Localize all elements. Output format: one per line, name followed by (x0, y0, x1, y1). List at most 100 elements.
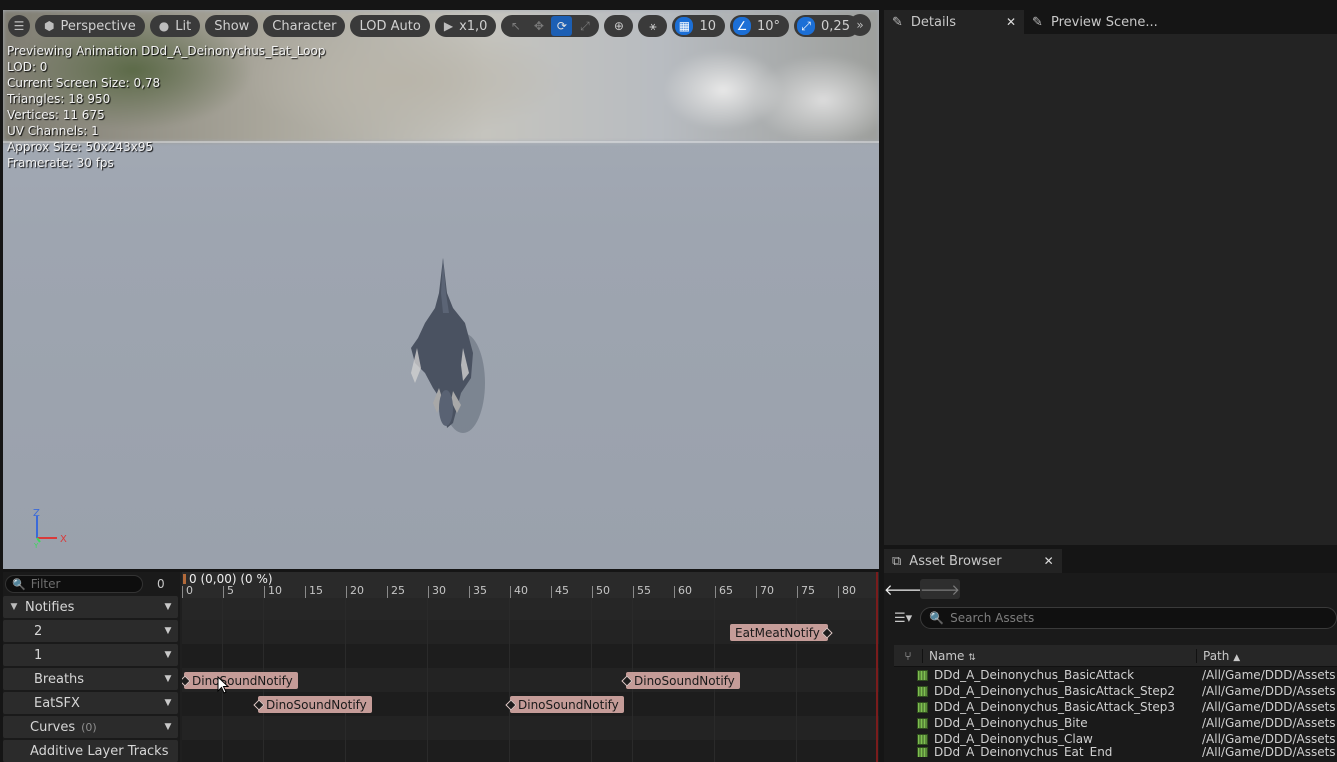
playhead-marker[interactable] (183, 574, 186, 584)
tab-details-label: Details (910, 14, 956, 30)
character-button[interactable]: Character (263, 15, 346, 37)
asset-row[interactable]: DDd_A_Deinonychus_BasicAttack /All/Game/… (894, 667, 1337, 683)
arrow-left-icon: 🡐 (883, 580, 925, 599)
notify-eat-meat[interactable]: EatMeatNotify (730, 624, 828, 641)
transform-tools: ↖ ✥ ⟳ ⤢ (501, 15, 600, 37)
tick-label: 60 (678, 584, 692, 597)
timeline-ruler[interactable]: 0 (0,00) (0 %) 0 5 10 15 20 25 30 35 40 (182, 572, 879, 598)
dropdown-arrow-icon[interactable]: ▼ (158, 602, 178, 612)
asset-row[interactable]: DDd_A_Deinonychus_Eat_End /All/Game/DDD/… (894, 747, 1337, 757)
playback-speed-button[interactable]: ▶ x1,0 (434, 15, 497, 37)
grid-line (345, 598, 346, 762)
tick-label: 10 (268, 584, 282, 597)
select-tool-icon[interactable]: ↖ (505, 16, 526, 36)
asset-name: DDd_A_Deinonychus_BasicAttack_Step2 (934, 684, 1176, 698)
tick-label: 40 (514, 584, 528, 597)
anim-sequence-icon (917, 733, 928, 745)
rotate-tool-icon[interactable]: ⟳ (551, 16, 573, 36)
dropdown-arrow-icon[interactable]: ▼ (158, 698, 178, 708)
asset-path: /All/Game/DDD/Assets (1202, 732, 1336, 746)
lit-label: Lit (175, 18, 192, 34)
anim-sequence-icon (917, 669, 928, 681)
asset-row[interactable]: DDd_A_Deinonychus_Claw /All/Game/DDD/Ass… (894, 731, 1337, 747)
asset-row[interactable]: DDd_A_Deinonychus_BasicAttack_Step3 /All… (894, 699, 1337, 715)
asset-search-box[interactable]: 🔍 (920, 607, 1337, 629)
playback-speed-label: x1,0 (459, 18, 488, 34)
column-name[interactable]: Name ⇅ (922, 648, 1196, 663)
close-icon[interactable]: ✕ (1044, 554, 1054, 568)
curves-count: (0) (81, 720, 97, 734)
back-button[interactable]: 🡐 (884, 579, 924, 599)
notify-label: DinoSoundNotify (192, 673, 293, 688)
arrow-right-icon: 🡒 (919, 580, 961, 599)
close-icon[interactable]: ✕ (1006, 15, 1016, 29)
viewport-toolbar: ☰ ⬢ Perspective ● Lit Show Character LOD… (8, 14, 859, 38)
asset-path: /All/Game/DDD/Assets (1202, 668, 1336, 682)
column-path[interactable]: Path ▲ (1196, 648, 1337, 663)
perspective-button[interactable]: ⬢ Perspective (35, 15, 145, 37)
filter-menu-icon[interactable]: ☰▾ (894, 611, 912, 626)
track-additive-layers[interactable]: Additive Layer Tracks (3, 740, 178, 762)
tab-details[interactable]: ✎ Details ✕ (884, 10, 1025, 34)
forward-button[interactable]: 🡒 (920, 579, 960, 599)
viewport-menu-button[interactable]: ☰ (8, 15, 30, 37)
asset-name: DDd_A_Deinonychus_Eat_End (934, 747, 1113, 757)
dropdown-arrow-icon[interactable]: ▼ (158, 674, 178, 684)
rotation-snap-button[interactable]: ∠ 10° (729, 15, 790, 37)
camera-speed-icon[interactable]: ⊕ (608, 16, 629, 36)
tick-line (633, 586, 634, 598)
toolbar-overflow-button[interactable]: » (849, 14, 871, 36)
track-notifies[interactable]: ▼ Notifies ▼ (3, 596, 178, 618)
notify-eat-sound-b[interactable]: DinoSoundNotify (510, 696, 624, 713)
dropdown-arrow-icon[interactable]: ▼ (158, 650, 178, 660)
search-icon: 🔍 (12, 577, 26, 591)
dropdown-arrow-icon[interactable]: ▼ (158, 722, 178, 732)
track-curves[interactable]: Curves (0) ▼ (3, 716, 178, 738)
show-button[interactable]: Show (205, 15, 259, 37)
grid-snap-button[interactable]: ▦ 10 (672, 15, 725, 37)
lit-button[interactable]: ● Lit (149, 15, 201, 37)
surface-snap-icon[interactable]: ⚹ (642, 16, 663, 36)
notify-label: DinoSoundNotify (518, 697, 619, 712)
asset-search-input[interactable] (950, 611, 1251, 625)
source-control-icon[interactable]: ⑂ (894, 649, 922, 663)
tick-line (715, 586, 716, 598)
track-eatsfx[interactable]: EatSFX ▼ (3, 692, 178, 714)
tab-preview-scene[interactable]: ✎ Preview Scene... (1024, 10, 1166, 34)
dropdown-arrow-icon[interactable]: ▼ (158, 626, 178, 636)
axis-y-label: Y (33, 542, 39, 548)
persona-editor: ☰ ⬢ Perspective ● Lit Show Character LOD… (0, 0, 1337, 762)
lane-additive (182, 740, 879, 762)
notify-breath-sound-b[interactable]: DinoSoundNotify (626, 672, 740, 689)
notify-eat-sound-a[interactable]: DinoSoundNotify (258, 696, 372, 713)
anim-sequence-icon (917, 701, 928, 713)
asset-name: DDd_A_Deinonychus_Bite (934, 716, 1088, 730)
notify-breath-sound-a[interactable]: DinoSoundNotify (184, 672, 298, 689)
play-icon: ▶ (443, 19, 454, 33)
tick-label: 80 (842, 584, 856, 597)
translate-tool-icon[interactable]: ✥ (528, 16, 549, 36)
grid-line (591, 598, 592, 762)
track-2[interactable]: 2 ▼ (3, 620, 178, 642)
tab-asset-browser[interactable]: ⧉ Asset Browser ✕ (884, 549, 1062, 573)
rotation-snap-value: 10° (756, 18, 781, 34)
tick-label: 45 (555, 584, 569, 597)
preview-viewport[interactable]: ☰ ⬢ Perspective ● Lit Show Character LOD… (3, 10, 879, 569)
lod-button[interactable]: LOD Auto (350, 15, 430, 37)
details-panel: ✎ Details ✕ ✎ Preview Scene... (884, 10, 1337, 545)
track-1[interactable]: 1 ▼ (3, 644, 178, 666)
grid-icon: ▦ (675, 17, 694, 35)
track-filter-box[interactable]: 🔍 (5, 575, 143, 593)
timeline-tracks-area[interactable]: 0 (0,00) (0 %) 0 5 10 15 20 25 30 35 40 (182, 572, 879, 762)
grid-snap-value: 10 (699, 18, 716, 34)
tick-label: 15 (309, 584, 323, 597)
track-breaths[interactable]: Breaths ▼ (3, 668, 178, 690)
asset-row[interactable]: DDd_A_Deinonychus_Bite /All/Game/DDD/Ass… (894, 715, 1337, 731)
asset-browser-panel: ⧉ Asset Browser ✕ 🡐 🡒 ☰▾ 🔍 ⑂ Name ⇅ (884, 549, 1337, 762)
track-filter-input[interactable] (30, 577, 131, 591)
deinonychus-model[interactable] (403, 253, 503, 433)
axis-z-label: Z (33, 508, 40, 519)
asset-row[interactable]: DDd_A_Deinonychus_BasicAttack_Step2 /All… (894, 683, 1337, 699)
collapse-triangle-icon[interactable]: ▼ (3, 602, 25, 612)
scale-tool-icon[interactable]: ⤢ (574, 16, 595, 36)
